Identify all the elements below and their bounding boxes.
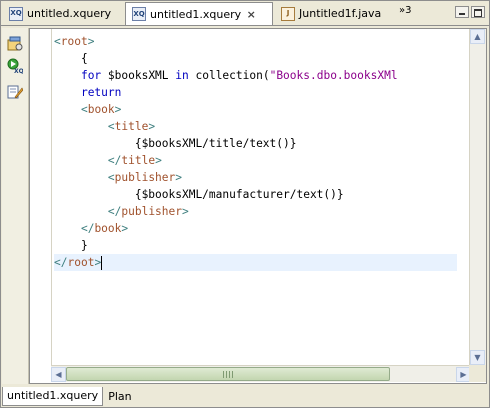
editor-toolbar-ruler: XQ — [2, 28, 29, 384]
code-text[interactable]: <root> { for $booksXML in collection("Bo… — [54, 33, 457, 363]
scroll-up-icon[interactable]: ▲ — [470, 29, 485, 44]
close-tab-icon[interactable]: × — [245, 8, 257, 21]
tab-plan-view[interactable]: Plan — [103, 387, 136, 406]
code-line: } — [80, 239, 88, 252]
edit-document-icon[interactable] — [7, 84, 23, 100]
tab-label: untitled.xquery — [27, 7, 112, 20]
scroll-down-icon[interactable]: ▼ — [470, 350, 485, 365]
tab-untitled1-xquery[interactable]: XQ untitled1.xquery × — [125, 2, 273, 25]
code-line: <title> — [107, 120, 156, 133]
code-line: <root> — [54, 35, 95, 48]
tab-untitled-xquery[interactable]: XQ untitled.xquery — [3, 3, 117, 24]
horizontal-scrollbar[interactable]: ◀ ▶ — [51, 365, 471, 382]
code-line: <book> — [80, 103, 122, 116]
maximize-icon[interactable] — [471, 6, 485, 18]
code-line: for $booksXML in collection("Books.dbo.b… — [80, 69, 398, 82]
horizontal-scroll-thumb[interactable] — [66, 367, 390, 381]
code-line: </book> — [80, 222, 129, 235]
tab-label: untitled1.xquery — [150, 7, 242, 21]
scroll-left-icon[interactable]: ◀ — [51, 367, 66, 382]
code-line: {$booksXML/manufacturer/text()} — [134, 188, 344, 201]
xquery-file-icon: XQ — [132, 7, 146, 21]
database-settings-icon[interactable] — [7, 36, 23, 52]
code-line: </publisher> — [107, 205, 189, 218]
tab-juntitled1f-java[interactable]: J Juntitled1f.java — [275, 3, 387, 24]
tab-label: Juntitled1f.java — [299, 7, 382, 20]
code-line: { — [80, 52, 88, 65]
minimize-icon[interactable] — [455, 6, 469, 18]
editor-window: XQ untitled.xquery XQ untitled1.xquery ×… — [0, 0, 490, 408]
code-line: return — [80, 86, 122, 99]
vertical-scrollbar[interactable]: ▲ ▼ — [469, 29, 486, 365]
editor-tab-bar: XQ untitled.xquery XQ untitled1.xquery ×… — [1, 1, 489, 26]
tab-source-view[interactable]: untitled1.xquery — [2, 387, 104, 406]
tab-overflow-button[interactable]: »3 — [399, 5, 411, 16]
scroll-grip-icon — [223, 371, 233, 378]
line-gutter — [30, 29, 52, 365]
code-line: </title> — [107, 154, 162, 167]
text-caret — [101, 256, 103, 270]
code-line: {$booksXML/title/text()} — [134, 137, 297, 150]
xquery-file-icon: XQ — [9, 6, 23, 21]
svg-text:XQ: XQ — [14, 68, 23, 74]
run-xquery-icon[interactable]: XQ — [7, 58, 23, 74]
current-code-line: </root> — [54, 254, 457, 271]
java-file-icon: J — [281, 6, 295, 21]
bottom-view-tabs: untitled1.xquery Plan — [2, 387, 137, 406]
scrollbar-corner — [469, 365, 486, 382]
code-line: <publisher> — [107, 171, 183, 184]
code-editor[interactable]: <root> { for $booksXML in collection("Bo… — [29, 28, 487, 384]
